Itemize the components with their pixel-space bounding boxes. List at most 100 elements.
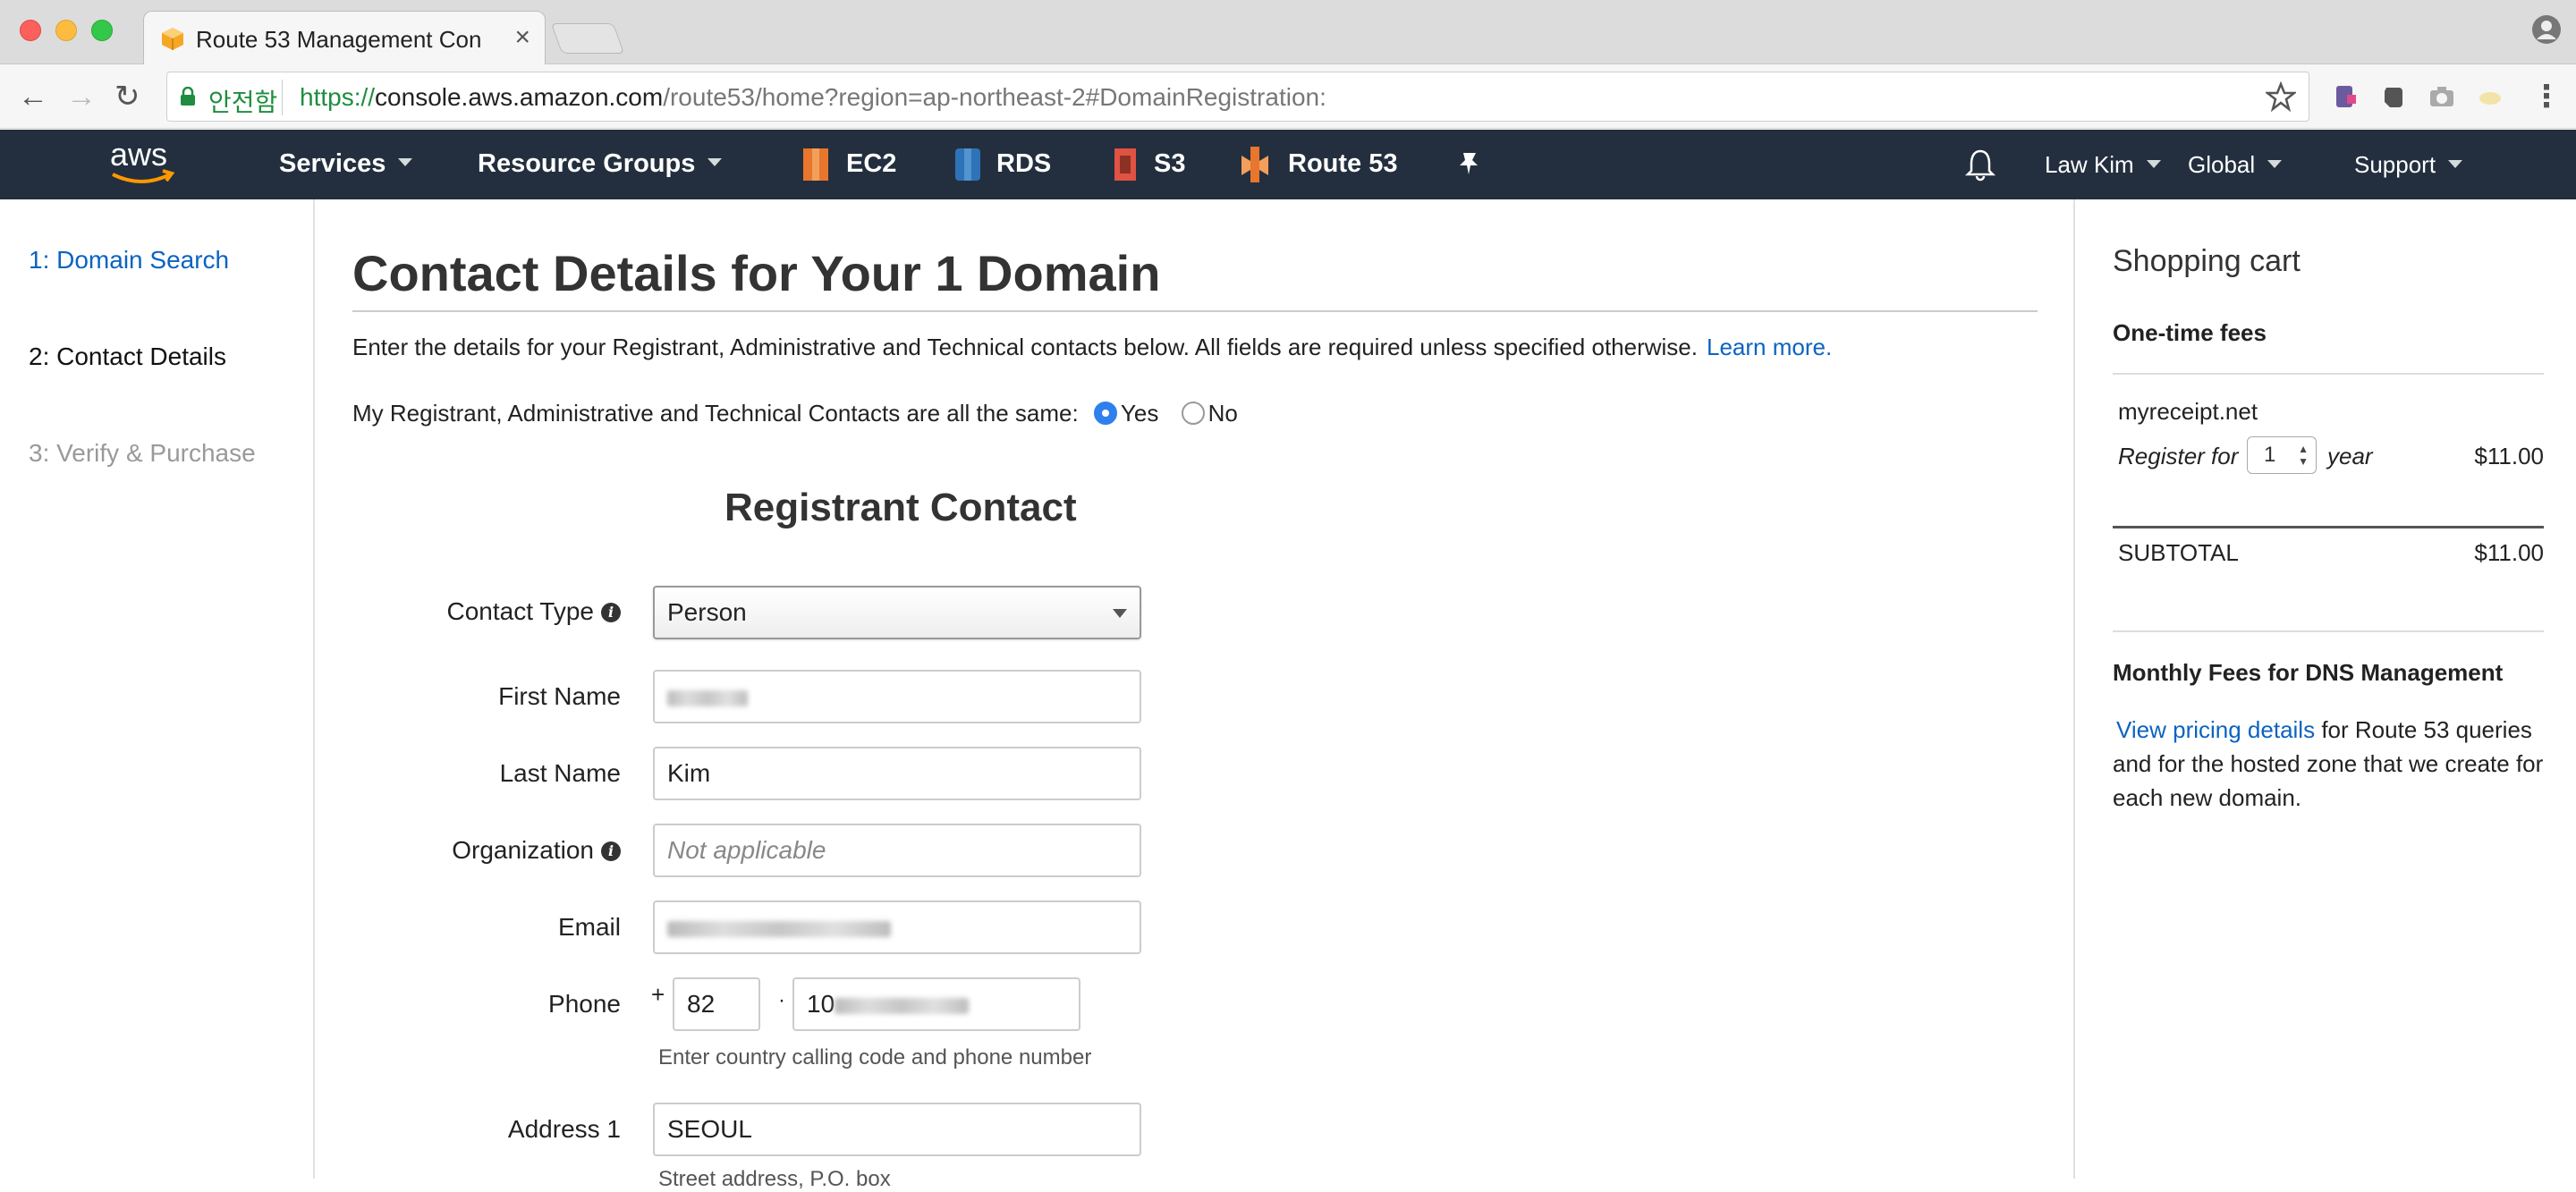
phone-label: Phone [548, 990, 621, 1018]
one-time-fees-heading: One-time fees [2113, 319, 2267, 346]
extension-icon[interactable] [2331, 82, 2360, 111]
first-name-label: First Name [498, 682, 621, 710]
resource-groups-menu[interactable]: Resource Groups [478, 149, 723, 179]
contact-type-select[interactable]: Person [653, 586, 1141, 639]
back-arrow-icon[interactable]: ← [18, 80, 48, 113]
monthly-line-3: each new domain. [2113, 784, 2302, 811]
ec2-icon [803, 148, 828, 181]
phone-number-field[interactable]: 10 [792, 977, 1080, 1031]
support-menu[interactable]: Support [2354, 151, 2463, 179]
cart-divider [2113, 373, 2544, 375]
learn-more-link[interactable]: Learn more. [1707, 334, 1832, 360]
stepper-arrows-icon: ▲ ▼ [2298, 443, 2309, 468]
omnibox-divider [282, 80, 283, 115]
zoom-window-button[interactable] [91, 20, 113, 41]
bell-icon[interactable] [1964, 148, 1996, 182]
cart-title: Shopping cart [2113, 244, 2301, 278]
browser-tab-strip: Route 53 Management Console × [0, 0, 2576, 64]
step-contact-details: 2: Contact Details [29, 342, 226, 370]
step-domain-search[interactable]: 1: Domain Search [29, 246, 229, 275]
chevron-down-icon [2146, 159, 2161, 168]
chevron-down-icon [2448, 159, 2463, 168]
browser-toolbar: ← → ↻ 안전함 https://console.aws.amazon.com… [0, 64, 2576, 129]
user-menu[interactable]: Law Kim [2045, 151, 2161, 179]
info-icon[interactable]: i [601, 841, 621, 861]
cart-divider [2113, 630, 2544, 632]
last-name-label: Last Name [499, 759, 621, 787]
s3-shortcut[interactable]: S3 [1154, 149, 1185, 179]
years-select[interactable]: 1 ▲ ▼ [2247, 436, 2317, 474]
pin-icon[interactable] [1454, 149, 1483, 178]
secure-label: 안전함 [208, 89, 278, 116]
shopping-cart: Shopping cart One-time fees myreceipt.ne… [2073, 199, 2576, 1179]
title-divider [352, 310, 2038, 312]
browser-tab[interactable]: Route 53 Management Console × [143, 11, 546, 64]
route53-shortcut[interactable]: Route 53 [1288, 149, 1397, 179]
phone-plus: + [651, 981, 665, 1008]
aws-top-nav: aws Services Resource Groups EC2 RDS S3 … [0, 130, 2576, 199]
same-no-option[interactable]: No [1181, 400, 1238, 427]
redacted-value [835, 997, 970, 1014]
step-verify-purchase: 3: Verify & Purchase [29, 439, 256, 467]
rds-shortcut[interactable]: RDS [996, 149, 1051, 179]
contact-type-label: Contact Type i [352, 597, 621, 626]
intro-text: Enter the details for your Registrant, A… [352, 334, 1833, 360]
reload-icon[interactable]: ↻ [114, 80, 140, 113]
monthly-line-2: and for the hosted zone that we create f… [2113, 750, 2544, 777]
address1-help-text: Street address, P.O. box [658, 1167, 891, 1191]
browser-tab-title: Route 53 Management Console [196, 26, 482, 53]
country-code-field[interactable]: 82 [673, 977, 760, 1031]
minimize-window-button[interactable] [55, 20, 77, 41]
chevron-down-icon [708, 157, 723, 166]
domain-price: $11.00 [2474, 443, 2544, 469]
radio-yes[interactable] [1093, 402, 1117, 426]
svg-text:aws: aws [110, 137, 167, 173]
lock-icon [181, 87, 195, 106]
services-menu[interactable]: Services [279, 149, 413, 179]
s3-icon [1114, 148, 1136, 181]
route53-icon [1241, 147, 1268, 182]
page-title: Contact Details for Your 1 Domain [352, 245, 1161, 301]
profile-icon[interactable] [2531, 14, 2562, 45]
monthly-fees-heading: Monthly Fees for DNS Management [2113, 659, 2504, 686]
email-label: Email [557, 913, 621, 941]
info-icon[interactable]: i [601, 603, 621, 622]
redacted-value [667, 920, 891, 937]
view-pricing-link[interactable]: View pricing details [2116, 716, 2315, 743]
bookmark-star-icon[interactable] [2266, 81, 2296, 112]
url-text: https://console.aws.amazon.com/route53/h… [300, 83, 1326, 111]
monthly-line-1: View pricing details for Route 53 querie… [2116, 716, 2532, 743]
last-name-field[interactable]: Kim [653, 747, 1141, 800]
phone-help-text: Enter country calling code and phone num… [658, 1045, 1092, 1069]
organization-label: Organization i [352, 836, 621, 865]
chevron-down-icon [2267, 159, 2283, 168]
organization-field[interactable]: Not applicable [653, 824, 1141, 877]
ec2-shortcut[interactable]: EC2 [846, 149, 896, 179]
aws-cube-icon [162, 28, 183, 50]
address1-field[interactable]: SEOUL [653, 1103, 1141, 1156]
chevron-down-icon [398, 157, 413, 166]
forward-arrow-icon[interactable]: → [66, 80, 97, 113]
register-for-label: Register for [2118, 443, 2239, 469]
same-yes-option[interactable]: Yes [1093, 400, 1158, 427]
main-content: Contact Details for Your 1 Domain Enter … [352, 199, 2038, 1191]
cloud-icon[interactable] [2476, 82, 2504, 111]
new-tab-button[interactable] [550, 23, 625, 54]
menu-icon[interactable]: ⋮ [2531, 80, 2562, 113]
aws-logo[interactable]: aws [106, 137, 186, 190]
radio-no[interactable] [1181, 402, 1205, 426]
camera-icon[interactable] [2428, 82, 2456, 111]
same-contacts-row: My Registrant, Administrative and Techni… [352, 400, 1238, 427]
close-window-button[interactable] [20, 20, 41, 41]
close-tab-icon[interactable]: × [514, 22, 530, 53]
address1-label: Address 1 [507, 1115, 621, 1143]
same-contacts-label: My Registrant, Administrative and Techni… [352, 400, 1079, 427]
year-label: year [2327, 443, 2373, 469]
address-bar[interactable]: 안전함 https://console.aws.amazon.com/route… [166, 72, 2309, 122]
email-field[interactable] [653, 900, 1141, 954]
evernote-icon[interactable] [2379, 82, 2408, 111]
first-name-field[interactable] [653, 670, 1141, 723]
region-menu[interactable]: Global [2188, 151, 2283, 179]
subtotal-divider [2113, 526, 2544, 528]
rds-icon [955, 148, 980, 181]
